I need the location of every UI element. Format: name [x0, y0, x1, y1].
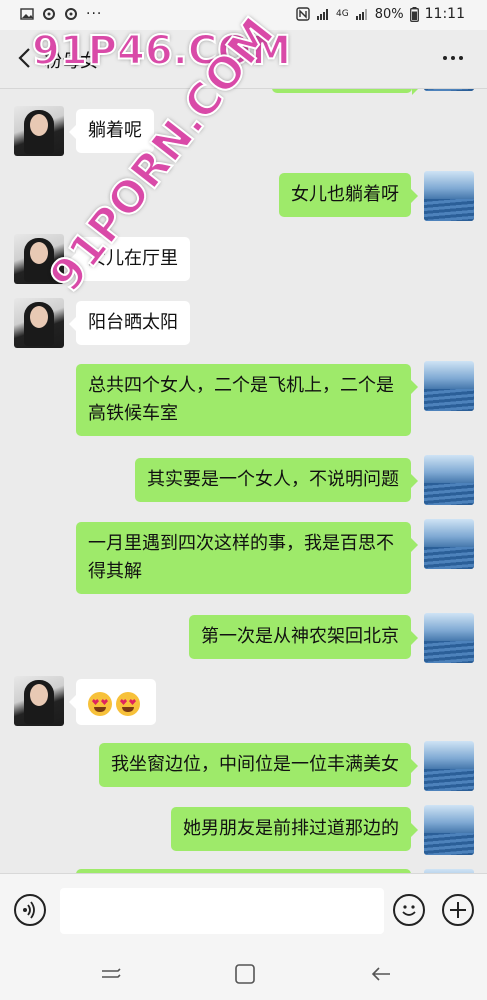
message-bubble[interactable]: 其实要是一个女人，不说明问题 [135, 458, 418, 502]
avatar-contact[interactable] [14, 234, 64, 284]
more-notifications-icon: ··· [86, 6, 103, 22]
avatar-self[interactable] [424, 455, 474, 505]
chat-title: 粉母女 [44, 51, 98, 72]
voice-input-button[interactable] [14, 894, 46, 926]
input-bar [0, 873, 487, 948]
avatar-self[interactable] [424, 89, 474, 91]
heart-eyes-emoji-icon [116, 692, 140, 716]
status-left-icons: ··· [20, 6, 102, 22]
message-input[interactable] [60, 888, 384, 934]
clock: 11:11 [424, 6, 465, 22]
recent-apps-icon[interactable] [98, 961, 124, 987]
message-bubble[interactable]: 第一次是从神农架回北京 [189, 615, 418, 659]
system-navigation-bar [0, 947, 487, 1000]
chat-header: 粉母女 [0, 30, 487, 89]
more-options-icon[interactable] [441, 46, 465, 70]
message-bubble[interactable]: 总共四个女人，二个是飞机上，二个是高铁候车室 [76, 364, 418, 436]
network-type: 4G [336, 9, 349, 19]
message-bubble[interactable]: 躺着呢 [69, 109, 154, 153]
home-icon[interactable] [232, 961, 258, 987]
message-bubble[interactable]: 一月里遇到四次这样的事，我是百思不得其解 [76, 522, 418, 594]
battery-level: 80% [374, 6, 404, 22]
message-bubble-emoji[interactable] [69, 679, 156, 725]
message-bubble[interactable]: 女儿在厅里 [69, 237, 190, 281]
avatar-contact[interactable] [14, 298, 64, 348]
status-right-icons: 4G 80% 11:11 [296, 6, 465, 22]
avatar-self[interactable] [424, 361, 474, 411]
smiley-icon [402, 905, 416, 916]
sync-icon-2 [65, 8, 77, 20]
plus-icon [450, 902, 466, 918]
add-attachment-button[interactable] [442, 894, 474, 926]
avatar-contact[interactable] [14, 106, 64, 156]
avatar-contact[interactable] [14, 676, 64, 726]
message-bubble[interactable]: 她男朋友是前排过道那边的 [171, 807, 418, 851]
message-bubble[interactable]: 我坐窗边位，中间位是一位丰满美女 [99, 743, 418, 787]
gallery-icon [20, 8, 34, 20]
avatar-self[interactable] [424, 613, 474, 663]
avatar-self[interactable] [424, 741, 474, 791]
message-bubble-partial[interactable] [272, 89, 419, 95]
back-arrow-icon[interactable] [14, 44, 38, 72]
battery-icon [409, 6, 419, 22]
heart-eyes-emoji-icon [88, 692, 112, 716]
voice-icon [23, 901, 35, 919]
message-bubble[interactable]: 阳台晒太阳 [69, 301, 190, 345]
back-nav-icon[interactable] [368, 961, 394, 987]
avatar-self[interactable] [424, 519, 474, 569]
chat-messages[interactable]: 躺着呢 女儿也躺着呀 女儿在厅里 阳台晒太阳 总共四个女人，二个是飞机上，二个是… [0, 89, 487, 873]
emoji-button[interactable] [393, 894, 425, 926]
signal-icon [317, 9, 329, 20]
sync-icon [43, 8, 55, 20]
message-bubble[interactable]: 女儿也躺着呀 [279, 173, 418, 217]
nfc-icon [296, 7, 310, 21]
status-bar: ··· 4G 80% 11:11 [0, 0, 487, 30]
avatar-self[interactable] [424, 805, 474, 855]
signal-icon-2 [355, 9, 367, 20]
avatar-self[interactable] [424, 171, 474, 221]
